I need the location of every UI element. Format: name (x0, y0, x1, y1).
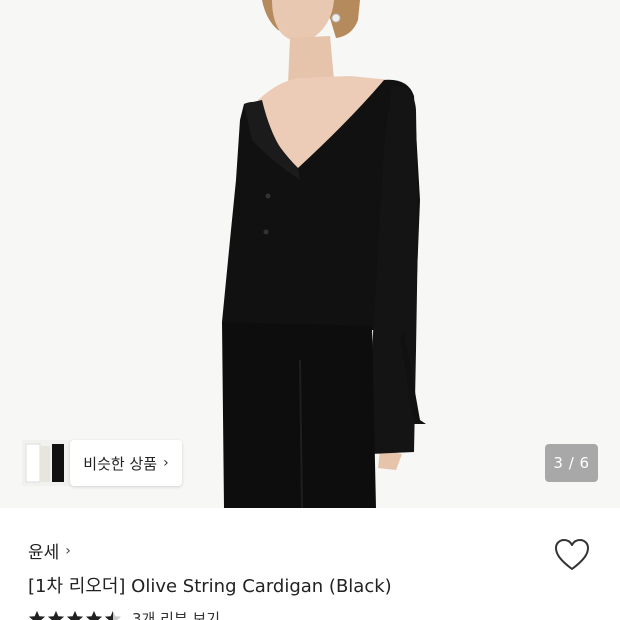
similar-products-label: 비슷한 상품 (83, 454, 158, 473)
heart-outline-icon[interactable] (554, 538, 590, 572)
similar-products-button[interactable]: 비슷한 상품 › (22, 440, 182, 486)
brand-link[interactable]: 윤세 › (28, 538, 71, 564)
chevron-right-icon: › (65, 542, 71, 559)
chevron-right-icon: › (163, 455, 169, 471)
image-counter: 3 / 6 (545, 444, 598, 482)
product-title: [1차 리오더] Olive String Cardigan (Black) (28, 576, 392, 597)
product-photo (0, 0, 620, 508)
brand-name: 윤세 (28, 543, 60, 563)
rating-row[interactable]: 3개 리뷰 보기 (28, 608, 220, 620)
star-icon (28, 610, 46, 620)
similar-products-pill[interactable]: 비슷한 상품 › (70, 440, 182, 486)
star-icon (85, 610, 103, 620)
rating-stars (28, 610, 122, 620)
star-icon (47, 610, 65, 620)
star-icon (66, 610, 84, 620)
review-link[interactable]: 3개 리뷰 보기 (132, 608, 220, 620)
product-image-gallery[interactable]: 비슷한 상품 › 3 / 6 (0, 0, 620, 508)
product-info: 윤세 › [1차 리오더] Olive String Cardigan (Bla… (0, 508, 620, 620)
star-half-icon (104, 610, 122, 620)
similar-products-thumbnail (22, 440, 74, 486)
